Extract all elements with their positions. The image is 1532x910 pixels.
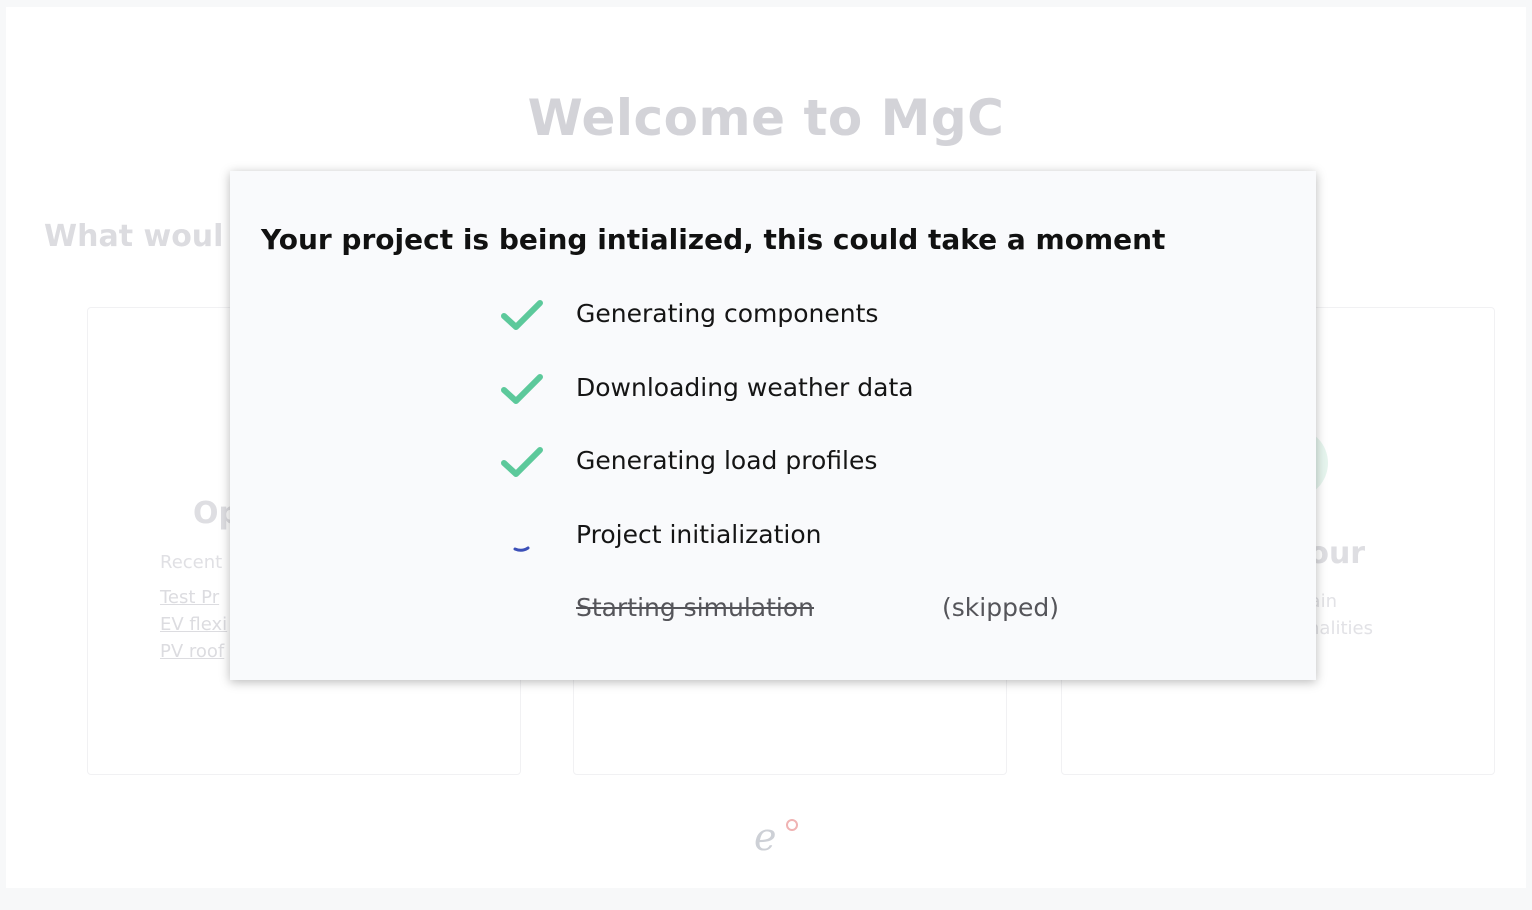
app-logo: e (754, 815, 777, 859)
spinner-icon (513, 546, 530, 552)
dialog-title: Your project is being intialized, this c… (261, 223, 1166, 256)
step-label: Generating components (576, 299, 879, 328)
recent-project-link[interactable]: PV roof (160, 638, 227, 665)
check-icon (501, 447, 543, 477)
step-label: Starting simulation (576, 593, 815, 622)
welcome-subtitle: What woul (44, 219, 224, 254)
step-status-skipped: (skipped) (942, 593, 1059, 622)
step-label: Downloading weather data (576, 372, 914, 402)
step-label: Generating load profiles (576, 446, 878, 475)
recent-project-link[interactable]: EV flexi (160, 611, 227, 638)
recent-project-link[interactable]: Test Pr (160, 584, 227, 611)
check-icon (501, 373, 543, 404)
step-label: Project initialization (576, 519, 822, 549)
initialization-dialog: Your project is being intialized, this c… (230, 171, 1316, 680)
recent-label: Recent (160, 552, 223, 573)
recent-projects-list: Test Pr EV flexi PV roof (160, 584, 227, 665)
welcome-title: Welcome to MgC (527, 89, 1005, 147)
check-icon (501, 300, 543, 330)
logo-dot-icon (786, 819, 798, 831)
